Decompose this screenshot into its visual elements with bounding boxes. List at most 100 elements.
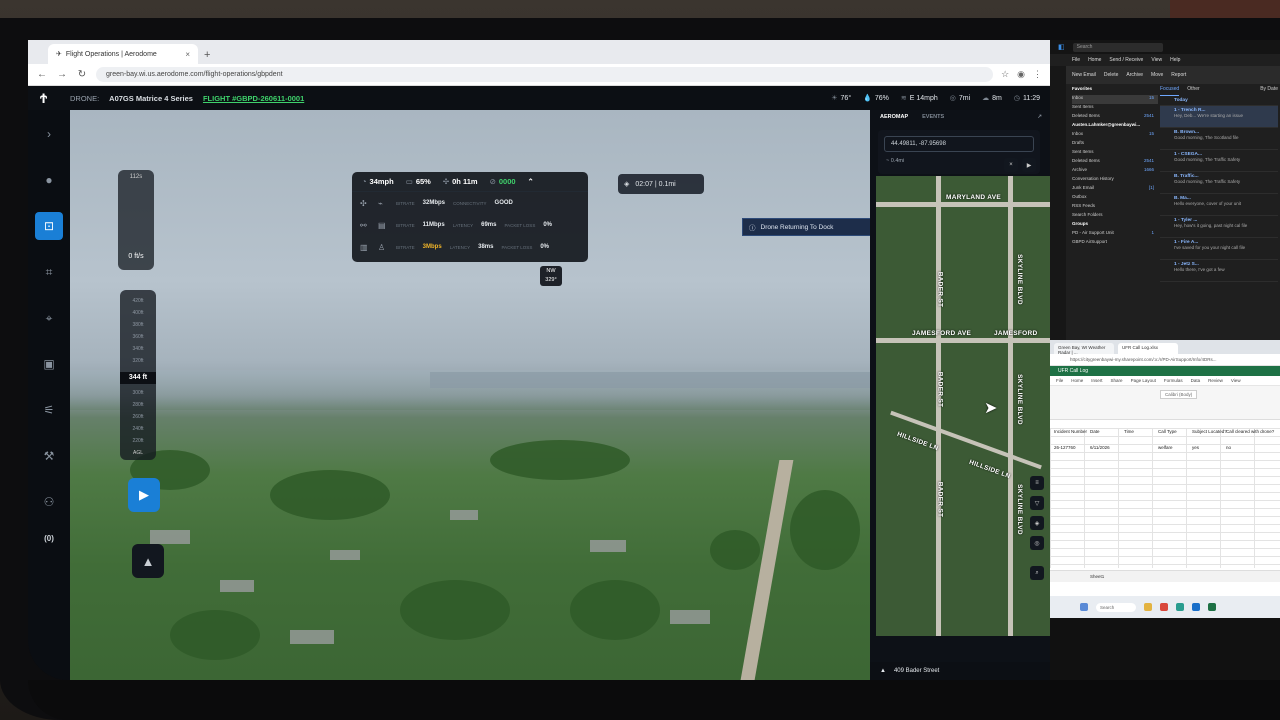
folder-item[interactable]: Austen.Lahmker@greenbaywi...	[1072, 122, 1158, 131]
excel-menu-item[interactable]: Review	[1208, 378, 1223, 383]
browser-tab-weather[interactable]: Green Bay, WI Weather Radar | ...	[1054, 343, 1114, 355]
folder-item[interactable]: Inbox 15	[1072, 95, 1158, 104]
outlook-search[interactable]: Search	[1072, 42, 1163, 52]
folder-item[interactable]: GBPD AirSupport	[1072, 239, 1158, 248]
excel-menu-item[interactable]: File	[1056, 378, 1063, 383]
report-button[interactable]: Report	[1171, 72, 1186, 78]
profile-icon[interactable]: ◉	[1017, 69, 1025, 80]
excel-menu-item[interactable]: Home	[1071, 378, 1083, 383]
forward-icon[interactable]: →	[56, 69, 68, 80]
filter-icon[interactable]: ▽	[1030, 496, 1044, 510]
folder-item[interactable]: RSS Feeds	[1072, 203, 1158, 212]
list-item[interactable]: B. Traffic... Good morning, The Traffic S…	[1160, 172, 1278, 194]
tab-other[interactable]: Other	[1187, 86, 1200, 96]
tab-events[interactable]: EVENTS	[922, 114, 944, 120]
outlook-menu-item[interactable]: Send / Receive	[1109, 57, 1143, 63]
list-item[interactable]: 1 - Fire A... I've saved for you your nig…	[1160, 238, 1278, 260]
folder-item[interactable]: Drafts	[1072, 140, 1158, 149]
table-cell[interactable]: no	[1226, 445, 1231, 450]
recenter-icon[interactable]: ◎	[1030, 536, 1044, 550]
star-icon[interactable]: ☆	[1001, 69, 1009, 80]
excel-menu-item[interactable]: Share	[1111, 378, 1123, 383]
delete-button[interactable]: Delete	[1104, 72, 1118, 78]
column-header[interactable]: Call cleared with drone?	[1226, 429, 1274, 434]
list-item[interactable]: 1 - CSEGA... Good morning, The Traffic Sa…	[1160, 150, 1278, 172]
layer-stack-icon[interactable]: ◈	[1030, 516, 1044, 530]
browser-tab[interactable]: ✈ Flight Operations | Aerodome ×	[48, 44, 198, 64]
column-header[interactable]: Call Type	[1158, 429, 1177, 434]
folder-item[interactable]: PD - Air Support Unit 1	[1072, 230, 1158, 239]
excel-address-bar[interactable]: https://citygreenbaywi-my.sharepoint.com…	[1050, 354, 1280, 366]
group-icon[interactable]: ⚇	[35, 488, 63, 516]
layers-icon[interactable]: ≡	[1030, 476, 1044, 490]
file-explorer-icon[interactable]	[1144, 603, 1152, 611]
spreadsheet-grid[interactable]: Incident Number Date Time Call Type Subj…	[1050, 428, 1280, 568]
drone-view-icon[interactable]: ⊡	[35, 212, 63, 240]
play-icon[interactable]: ▶	[1022, 158, 1036, 172]
excel-menu-item[interactable]: View	[1231, 378, 1241, 383]
list-item[interactable]: 1 - Jetz S... Hello there, I've got a few	[1160, 260, 1278, 282]
list-item[interactable]: B. Brown... Good morning, The Scotland fi…	[1160, 128, 1278, 150]
column-header[interactable]: Incident Number	[1054, 429, 1087, 434]
browser-tab-call-log[interactable]: UFR Call Log.xlsx	[1118, 343, 1178, 354]
excel-menu-item[interactable]: Insert	[1091, 378, 1102, 383]
record-icon[interactable]: ●	[35, 166, 63, 194]
archive-button[interactable]: Archive	[1126, 72, 1143, 78]
table-cell[interactable]: 6/11/2026	[1090, 445, 1110, 450]
reload-icon[interactable]: ↻	[76, 69, 88, 80]
sheet-tab[interactable]: Sheet1	[1050, 570, 1280, 582]
list-item[interactable]: 1 - Trench R... Hey, Deb... We're startin…	[1160, 106, 1278, 128]
gallery-icon[interactable]: ▣	[35, 350, 63, 378]
new-tab-icon[interactable]: +	[204, 49, 210, 61]
column-header[interactable]: Date	[1090, 429, 1100, 434]
collapse-chevron-icon[interactable]: ⌃	[528, 177, 534, 186]
folder-item[interactable]: Junk Email [1]	[1072, 185, 1158, 194]
folder-item[interactable]: Deleted Items 2541	[1072, 113, 1158, 122]
folder-item[interactable]: Search Folders	[1072, 212, 1158, 221]
flight-link[interactable]: FLIGHT #GBPD-260611-0001	[203, 94, 304, 103]
font-select[interactable]: Calibri (Body)	[1160, 390, 1198, 399]
list-item[interactable]: 1 - Tyler ... Hey, how's it going, past n…	[1160, 216, 1278, 238]
tool-icon[interactable]: ⚒	[35, 442, 63, 470]
folder-item[interactable]: Sent Items	[1072, 104, 1158, 113]
tab-aeromap[interactable]: AEROMAP	[880, 114, 908, 120]
folder-item[interactable]: Conversation History	[1072, 176, 1158, 185]
folder-item[interactable]: Sent Items	[1072, 149, 1158, 158]
coordinates-field[interactable]: 44.49811, -87.95698	[884, 136, 1034, 152]
excel-menu-item[interactable]: Data	[1191, 378, 1201, 383]
sort-by-date[interactable]: By Date	[1260, 86, 1278, 96]
excel-menu-item[interactable]: Page Layout	[1131, 378, 1156, 383]
table-cell[interactable]: welfare	[1158, 445, 1173, 450]
folder-item[interactable]: Outbox	[1072, 194, 1158, 203]
settings-sliders-icon[interactable]: ⚟	[35, 396, 63, 424]
outlook-menu-item[interactable]: File	[1072, 57, 1080, 63]
folder-item[interactable]: Groups	[1072, 221, 1158, 230]
excel-icon[interactable]	[1208, 603, 1216, 611]
drone-video-feed[interactable]: 112s 0 ft/s 420ft 400ft 380ft 360ft 340f…	[70, 110, 870, 680]
outlook-menu-item[interactable]: Help	[1170, 57, 1180, 63]
folder-item[interactable]: Deleted Items 2541	[1072, 158, 1158, 167]
new-email-button[interactable]: New Email	[1072, 72, 1096, 78]
close-tab-icon[interactable]: ×	[185, 50, 190, 59]
alert-button[interactable]: ▲	[132, 544, 164, 578]
list-item[interactable]: Today	[1160, 96, 1278, 106]
address-bar[interactable]: green-bay.wi.us.aerodome.com/flight-oper…	[96, 67, 994, 82]
column-header[interactable]: Time	[1124, 429, 1134, 434]
folder-item[interactable]: Favorites	[1072, 86, 1158, 95]
table-cell[interactable]: yes	[1192, 445, 1199, 450]
outlook-icon[interactable]	[1192, 603, 1200, 611]
satellite-map[interactable]: MARYLAND AVE JAMESFORD AVE JAMESFORD HIL…	[876, 176, 1050, 636]
location-pin-icon[interactable]: ⌖	[35, 304, 63, 332]
folder-item[interactable]: Archive 1666	[1072, 167, 1158, 176]
windows-start-icon[interactable]	[1080, 603, 1088, 611]
close-icon[interactable]: ×	[1004, 158, 1018, 172]
folder-item[interactable]: Inbox 15	[1072, 131, 1158, 140]
taskbar-search[interactable]: Search	[1096, 602, 1136, 612]
list-item[interactable]: B. Ma... Hello everyone, cover of your un…	[1160, 194, 1278, 216]
outlook-menu-item[interactable]: Home	[1088, 57, 1101, 63]
menu-icon[interactable]: ⋮	[1033, 69, 1042, 80]
expand-chevron-icon[interactable]: ›	[35, 120, 63, 148]
scan-icon[interactable]: ⌗	[35, 258, 63, 286]
column-header[interactable]: Subject Located?	[1192, 429, 1227, 434]
camera-toggle-button[interactable]: ▶	[128, 478, 160, 512]
